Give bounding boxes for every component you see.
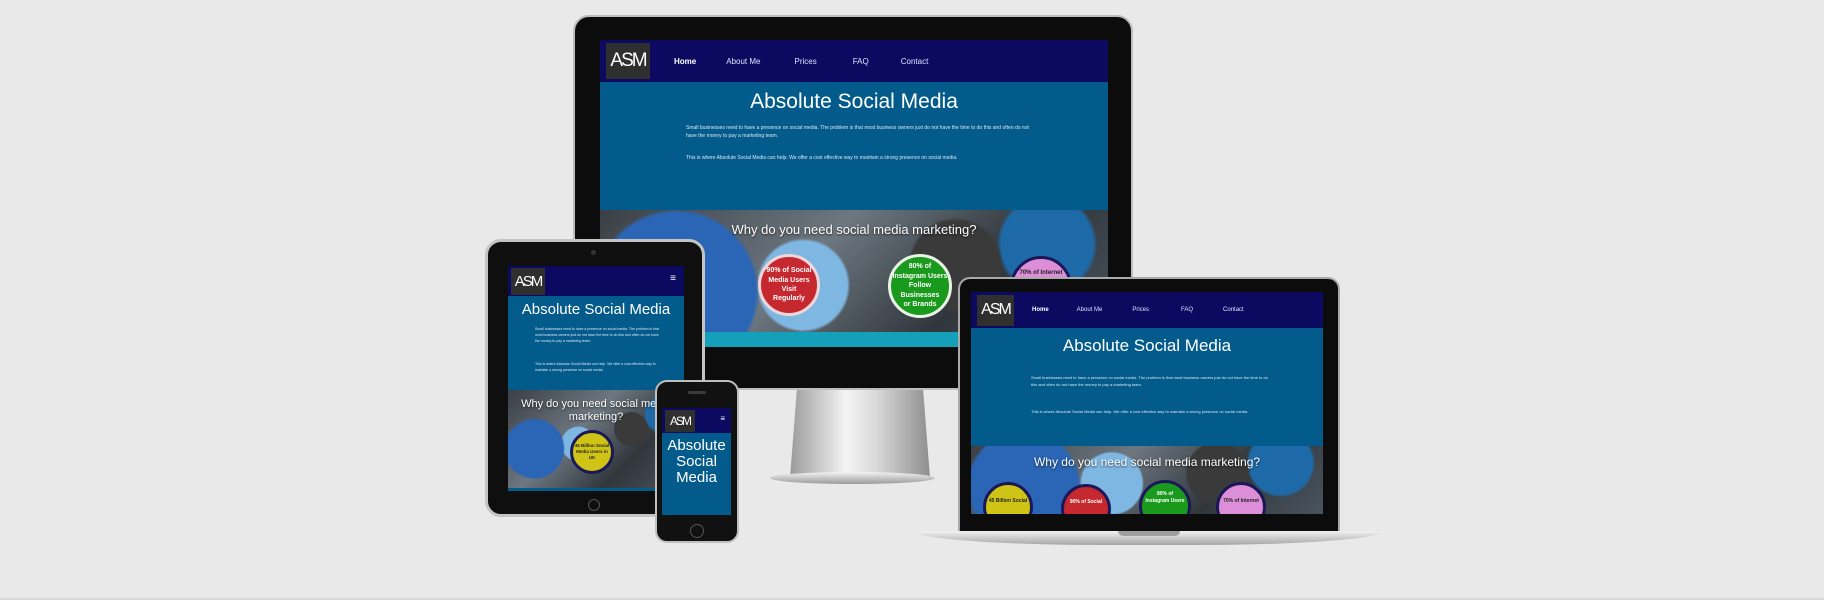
laptop-hero-title: Absolute Social Media	[1062, 336, 1232, 355]
laptop-stat-circle-internet: 70% of Internet	[1216, 482, 1266, 514]
monitor-stand-base	[770, 472, 935, 484]
tablet-menu-icon[interactable]: ≡	[670, 273, 676, 284]
laptop-nav-home-link[interactable]: Home	[1032, 307, 1049, 313]
monitor-stand-neck	[790, 388, 930, 478]
phone-speaker	[688, 391, 706, 394]
hero-title: Absolute Social Media	[750, 90, 958, 113]
laptop-nav-contact-link[interactable]: Contact	[1223, 307, 1244, 313]
tablet-navbar: ASM ≡	[508, 266, 684, 296]
tablet-hero-section: Absolute Social Media Small businesses n…	[508, 296, 684, 390]
tablet-site-logo[interactable]: ASM	[511, 267, 545, 295]
laptop-nav-faq-link[interactable]: FAQ	[1181, 307, 1193, 313]
nav-about-link[interactable]: About Me	[726, 57, 760, 66]
navbar: ASM Home About Me Prices FAQ Contact	[600, 40, 1108, 82]
phone-home-button[interactable]	[690, 524, 704, 538]
why-title: Why do you need social media marketing?	[731, 222, 977, 237]
laptop-hero-paragraph-2: This is where Absolute Social Media can …	[1031, 409, 1249, 414]
hero-paragraph-1: Small businesses need to have a presence…	[686, 125, 1029, 139]
laptop-stat-circle-visit: 90% of Social	[1061, 484, 1111, 514]
tablet-camera	[591, 250, 596, 255]
nav-faq-link[interactable]: FAQ	[853, 57, 869, 66]
nav-home-link[interactable]: Home	[674, 57, 696, 66]
hero-section: Absolute Social Media Small businesses n…	[600, 82, 1108, 210]
nav-contact-link[interactable]: Contact	[901, 57, 929, 66]
laptop-why-section: Why do you need social media marketing? …	[971, 446, 1323, 514]
nav-prices-link[interactable]: Prices	[794, 57, 816, 66]
hero-paragraph-2: This is where Absolute Social Media can …	[686, 155, 958, 161]
laptop-hero-paragraph-1: Small businesses need to have a presence…	[1031, 375, 1268, 387]
stat-circle-visit: 90% of Social Media Users Visit Regularly	[758, 254, 820, 316]
laptop-site-logo[interactable]: ASM	[977, 294, 1014, 326]
laptop-hero-section: Absolute Social Media Small businesses n…	[971, 328, 1323, 446]
laptop-nav-prices-link[interactable]: Prices	[1132, 307, 1149, 313]
laptop-why-title: Why do you need social media marketing?	[1033, 455, 1261, 469]
phone-hero-title: Absolute Social Media	[667, 437, 726, 486]
laptop-stat-circle-billion: 45 Billion Social	[983, 482, 1033, 514]
phone-screen: ASM ≡ Absolute Social Media	[662, 408, 731, 515]
laptop-stat-circle-follow: 80% of Instagram Users	[1139, 480, 1191, 514]
tablet-hero-paragraph-1: Small businesses need to have a presence…	[535, 327, 659, 343]
laptop-screen: ASM Home About Me Prices FAQ Contact Abs…	[971, 292, 1323, 514]
laptop-notch	[1118, 531, 1180, 536]
tablet-hero-title: Absolute Social Media	[521, 301, 671, 318]
tablet-stat-circle-billion: 45 Billion Social Media Users in UK	[570, 430, 614, 474]
tablet-hero-paragraph-2: This is where Absolute Social Media can …	[535, 362, 656, 372]
laptop-navbar: ASM Home About Me Prices FAQ Contact	[971, 292, 1323, 328]
phone-menu-icon[interactable]: ≡	[720, 414, 725, 423]
stat-circle-follow: 80% of Instagram Users Follow Businesses or …	[888, 254, 952, 318]
site-logo[interactable]: ASM	[606, 43, 650, 79]
laptop-nav-about-link[interactable]: About Me	[1077, 307, 1103, 313]
tablet-home-button[interactable]	[588, 499, 600, 511]
phone-navbar: ASM ≡	[662, 408, 731, 433]
phone-site-logo[interactable]: ASM	[665, 409, 695, 432]
